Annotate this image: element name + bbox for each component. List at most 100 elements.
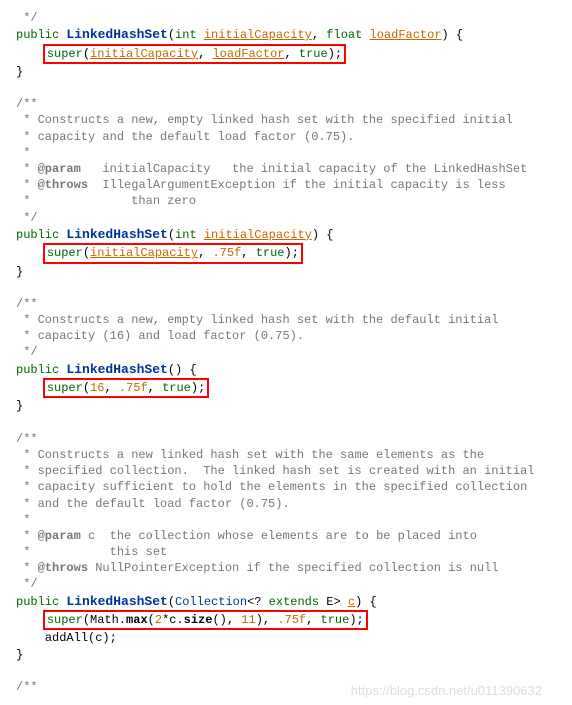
super-call-2: super(initialCapacity, .75f, true); <box>16 243 556 263</box>
paren: (), <box>212 613 241 627</box>
p-type: float <box>326 28 362 42</box>
kw-public: public <box>16 28 66 42</box>
constructor-sig-1: public LinkedHashSet(int initialCapacity… <box>16 26 556 44</box>
blank <box>16 280 556 296</box>
paren: (Math. <box>83 613 126 627</box>
anno-throws: @throws <box>38 178 88 192</box>
kw-super: super <box>47 613 83 627</box>
highlight-box: super(Math.max(2*c.size(), 11), .75f, tr… <box>43 610 368 630</box>
c: * <box>16 561 38 575</box>
super-call-4: super(Math.max(2*c.size(), 11), .75f, tr… <box>16 610 556 630</box>
comment: * Constructs a new, empty linked hash se… <box>16 112 556 128</box>
paren-close: ) { <box>312 228 334 242</box>
kw-true: true <box>256 246 285 260</box>
c: * <box>16 162 38 176</box>
brace: } <box>16 398 556 414</box>
comment: * capacity and the default load factor (… <box>16 129 556 145</box>
constructor-sig-2: public LinkedHashSet(int initialCapacity… <box>16 226 556 244</box>
comment: * and the default load factor (0.75). <box>16 496 556 512</box>
p-name: initialCapacity <box>204 228 312 242</box>
sep: , <box>306 613 320 627</box>
paren: ); <box>191 381 205 395</box>
fn-size: size <box>184 613 213 627</box>
comment-end: */ <box>16 10 556 26</box>
constructor-sig-3: public LinkedHashSet() { <box>16 361 556 379</box>
comment: /** <box>16 296 556 312</box>
highlight-box: super(16, .75f, true); <box>43 378 209 398</box>
stmt: addAll(c); <box>45 631 117 645</box>
p-type: int <box>175 228 197 242</box>
type-name: LinkedHashSet <box>66 362 167 377</box>
comment: * Constructs a new linked hash set with … <box>16 447 556 463</box>
comment: * @throws IllegalArgumentException if th… <box>16 177 556 193</box>
addall: addAll(c); <box>16 630 556 646</box>
comment: * @throws NullPointerException if the sp… <box>16 560 556 576</box>
comment: */ <box>16 210 556 226</box>
type-name: LinkedHashSet <box>66 227 167 242</box>
paren: ( <box>83 381 90 395</box>
c: NullPointerException if the specified co… <box>88 561 498 575</box>
p-name: loadFactor <box>370 28 442 42</box>
kw-extends: extends <box>269 595 319 609</box>
paren-close: ) { <box>442 28 464 42</box>
comment: * capacity sufficient to hold the elemen… <box>16 479 556 495</box>
comment: * this set <box>16 544 556 560</box>
arg: 2 <box>155 613 162 627</box>
comment: * <box>16 512 556 528</box>
kw-public: public <box>16 228 66 242</box>
comment: * specified collection. The linked hash … <box>16 463 556 479</box>
highlight-box: super(initialCapacity, loadFactor, true)… <box>43 44 346 64</box>
comment: * than zero <box>16 193 556 209</box>
kw-true: true <box>321 613 350 627</box>
comment: * capacity (16) and load factor (0.75). <box>16 328 556 344</box>
brace: } <box>16 647 556 663</box>
super-call-3: super(16, .75f, true); <box>16 378 556 398</box>
paren: ), <box>256 613 278 627</box>
paren: ( <box>83 47 90 61</box>
paren-open: ( <box>168 228 175 242</box>
type-name: LinkedHashSet <box>66 27 167 42</box>
c: initialCapacity the initial capacity of … <box>81 162 527 176</box>
highlight-box: super(initialCapacity, .75f, true); <box>43 243 303 263</box>
sep: , <box>312 28 326 42</box>
paren-close: ) { <box>175 363 197 377</box>
comment: * Constructs a new, empty linked hash se… <box>16 312 556 328</box>
paren: ); <box>285 246 299 260</box>
gen: E> <box>319 595 348 609</box>
c: * <box>16 178 38 192</box>
arg: 11 <box>241 613 255 627</box>
super-call-1: super(initialCapacity, loadFactor, true)… <box>16 44 556 64</box>
arg: .75f <box>277 613 306 627</box>
blank <box>16 80 556 96</box>
arg: initialCapacity <box>90 47 198 61</box>
anno-throws: @throws <box>38 561 88 575</box>
arg: initialCapacity <box>90 246 198 260</box>
comment: /** <box>16 431 556 447</box>
p-name: c <box>348 595 355 609</box>
kw-public: public <box>16 363 66 377</box>
constructor-sig-4: public LinkedHashSet(Collection<? extend… <box>16 593 556 611</box>
comment: */ <box>16 576 556 592</box>
arg: .75f <box>212 246 241 260</box>
kw-super: super <box>47 381 83 395</box>
paren: ( <box>83 246 90 260</box>
paren-open: ( <box>168 595 175 609</box>
kw-public: public <box>16 595 66 609</box>
arg: loadFactor <box>212 47 284 61</box>
sep: , <box>148 381 162 395</box>
sep: , <box>198 47 212 61</box>
sep: , <box>198 246 212 260</box>
paren: ( <box>148 613 155 627</box>
c: * <box>16 529 38 543</box>
comment: * <box>16 145 556 161</box>
sep: , <box>241 246 255 260</box>
comment: * @param c the collection whose elements… <box>16 528 556 544</box>
fn-max: max <box>126 613 148 627</box>
anno-param: @param <box>38 529 81 543</box>
c: IllegalArgumentException if the initial … <box>88 178 506 192</box>
p-name: initialCapacity <box>204 28 312 42</box>
paren-open: ( <box>168 363 175 377</box>
watermark: https://blog.csdn.net/u011390632 <box>351 682 542 700</box>
brace: } <box>16 64 556 80</box>
brace: } <box>16 264 556 280</box>
